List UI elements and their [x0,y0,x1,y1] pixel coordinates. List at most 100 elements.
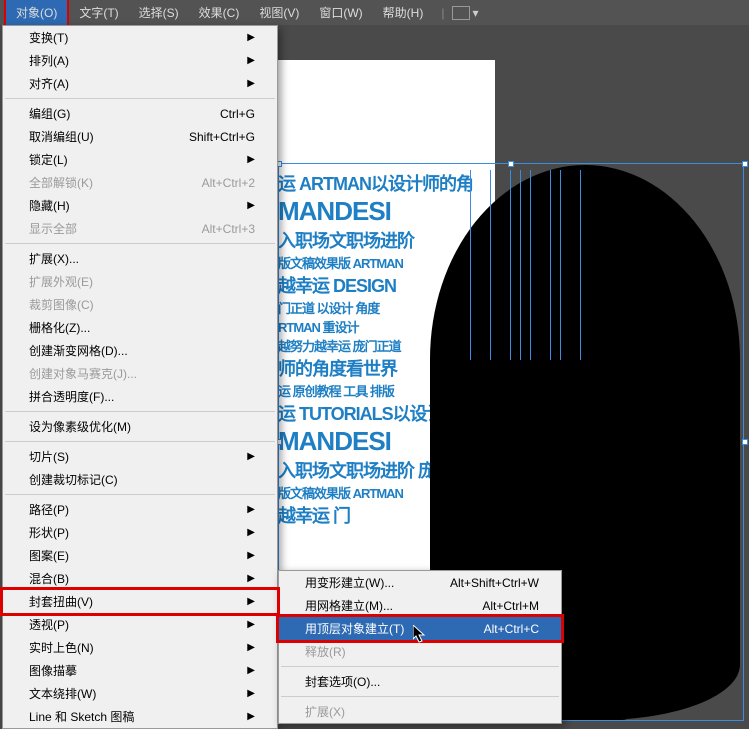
menu-item-label: 裁剪图像(C) [29,296,94,313]
menu-item[interactable]: 扩展(X)... [3,247,277,270]
menu-item-label: 形状(P) [29,524,69,541]
menu-item: 创建对象马赛克(J)... [3,362,277,385]
menu-item[interactable]: 透视(P)▶ [3,613,277,636]
menu-separator [5,243,275,244]
menu-item[interactable]: 图像描摹▶ [3,659,277,682]
submenu-item: 扩展(X) [279,700,561,723]
menu-item-shortcut: Alt+Ctrl+3 [202,222,255,236]
menu-separator [5,494,275,495]
menu-item-label: 实时上色(N) [29,639,94,656]
menu-separator [5,98,275,99]
menu-item: 裁剪图像(C) [3,293,277,316]
menu-item-label: 图案(E) [29,547,69,564]
menu-item: 全部解锁(K)Alt+Ctrl+2 [3,171,277,194]
menu-item[interactable]: Line 和 Sketch 图稿 ▶ [3,705,277,728]
menu-item[interactable]: 对齐(A) ▶ [3,72,277,95]
menu-item-label: 扩展外观(E) [29,273,93,290]
menu-item-label: 排列(A) [29,52,69,69]
menu-item-label: 设为像素级优化(M) [29,418,131,435]
menu-item-label: 路径(P) [29,501,69,518]
menu-separator [5,411,275,412]
submenu-item-label: 用顶层对象建立(T) [305,620,404,637]
menu-item[interactable]: 文本绕排(W) ▶ [3,682,277,705]
menu-item[interactable]: 排列(A)▶ [3,49,277,72]
submenu-item[interactable]: 封套选项(O)... [279,670,561,693]
menu-item[interactable]: 锁定(L) ▶ [3,148,277,171]
menu-help[interactable]: 帮助(H) [373,0,434,25]
submenu-arrow-icon: ▶ [247,78,255,89]
text-baseline-guides [460,170,710,370]
menu-item[interactable]: 编组(G) Ctrl+G [3,102,277,125]
menu-item[interactable]: 实时上色(N) ▶ [3,636,277,659]
menu-item[interactable]: 拼合透明度(F)... [3,385,277,408]
menu-item[interactable]: 栅格化(Z)... [3,316,277,339]
submenu-item-label: 用变形建立(W)... [305,574,394,591]
menu-item-label: 切片(S) [29,448,69,465]
submenu-item-label: 封套选项(O)... [305,673,380,690]
menu-item-label: 取消编组(U) [29,128,94,145]
menu-item-label: Line 和 Sketch 图稿 [29,708,134,725]
menu-item[interactable]: 取消编组(U) Shift+Ctrl+G [3,125,277,148]
menu-item-label: 锁定(L) [29,151,68,168]
menubar-separator: | [441,6,444,20]
menu-item-label: 文本绕排(W) [29,685,96,702]
submenu-item-label: 用网格建立(M)... [305,597,393,614]
submenu-item[interactable]: 用顶层对象建立(T) Alt+Ctrl+C [276,614,564,643]
menu-item-shortcut: Ctrl+G [220,107,255,121]
menu-view[interactable]: 视图(V) [249,0,309,25]
chevron-down-icon: ▾ [472,6,482,20]
menu-window[interactable]: 窗口(W) [309,0,372,25]
submenu-arrow-icon: ▶ [247,200,255,211]
menu-separator [281,696,559,697]
menu-item-label: 扩展(X)... [29,250,79,267]
menu-item-shortcut: Shift+Ctrl+G [189,130,255,144]
menubar: 对象(O) 文字(T) 选择(S) 效果(C) 视图(V) 窗口(W) 帮助(H… [0,0,749,25]
menu-item[interactable]: 封套扭曲(V)▶ [0,587,280,616]
submenu-arrow-icon: ▶ [247,573,255,584]
submenu-item-label: 扩展(X) [305,703,345,720]
menu-select[interactable]: 选择(S) [129,0,189,25]
submenu-item[interactable]: 用变形建立(W)... Alt+Shift+Ctrl+W [279,571,561,594]
text-cloud-line: 运 ARTMAN以设计师的角 [278,170,478,196]
submenu-arrow-icon: ▶ [247,154,255,165]
menu-item-label: 编组(G) [29,105,70,122]
text-cloud-line: MANDESI [278,196,478,227]
menu-item[interactable]: 切片(S)▶ [3,445,277,468]
envelope-distort-submenu: 用变形建立(W)... Alt+Shift+Ctrl+W 用网格建立(M)... Al… [278,570,562,724]
submenu-item-shortcut: Alt+Shift+Ctrl+W [450,576,539,590]
selection-handle[interactable] [742,439,748,445]
menu-item-label: 混合(B) [29,570,69,587]
menu-item[interactable]: 隐藏(H) ▶ [3,194,277,217]
submenu-arrow-icon: ▶ [247,642,255,653]
submenu-arrow-icon: ▶ [247,550,255,561]
submenu-item-shortcut: Alt+Ctrl+C [484,622,539,636]
submenu-arrow-icon: ▶ [247,711,255,722]
menu-item-label: 对齐(A) [29,75,69,92]
menu-type[interactable]: 文字(T) [69,0,128,25]
menu-item[interactable]: 图案(E) ▶ [3,544,277,567]
menu-item-label: 创建渐变网格(D)... [29,342,128,359]
menu-object[interactable]: 对象(O) [4,0,69,27]
menu-item[interactable]: 路径(P)▶ [3,498,277,521]
submenu-arrow-icon: ▶ [247,688,255,699]
menu-item-label: 透视(P) [29,616,69,633]
submenu-arrow-icon: ▶ [247,527,255,538]
text-cloud-line: 入职场文职场进阶 [278,227,478,253]
selection-handle[interactable] [742,161,748,167]
menu-item-label: 创建裁切标记(C) [29,471,118,488]
arrange-documents-icon[interactable]: ▾ [452,6,482,20]
menu-item-label: 图像描摹 [29,662,77,679]
menu-item[interactable]: 形状(P) ▶ [3,521,277,544]
object-menu-dropdown: 变换(T)▶排列(A)▶对齐(A)▶编组(G)Ctrl+G取消编组(U)Shif… [2,25,278,729]
menu-item: 显示全部 Alt+Ctrl+3 [3,217,277,240]
menu-item: 扩展外观(E) [3,270,277,293]
submenu-arrow-icon: ▶ [247,596,255,607]
menu-item[interactable]: 创建裁切标记(C) [3,468,277,491]
menu-item[interactable]: 设为像素级优化(M) [3,415,277,438]
menu-item-label: 隐藏(H) [29,197,70,214]
menu-item[interactable]: 创建渐变网格(D)... [3,339,277,362]
menu-effect[interactable]: 效果(C) [189,0,250,25]
menu-item[interactable]: 变换(T)▶ [3,26,277,49]
selection-handle[interactable] [508,161,514,167]
menu-item-label: 显示全部 [29,220,77,237]
